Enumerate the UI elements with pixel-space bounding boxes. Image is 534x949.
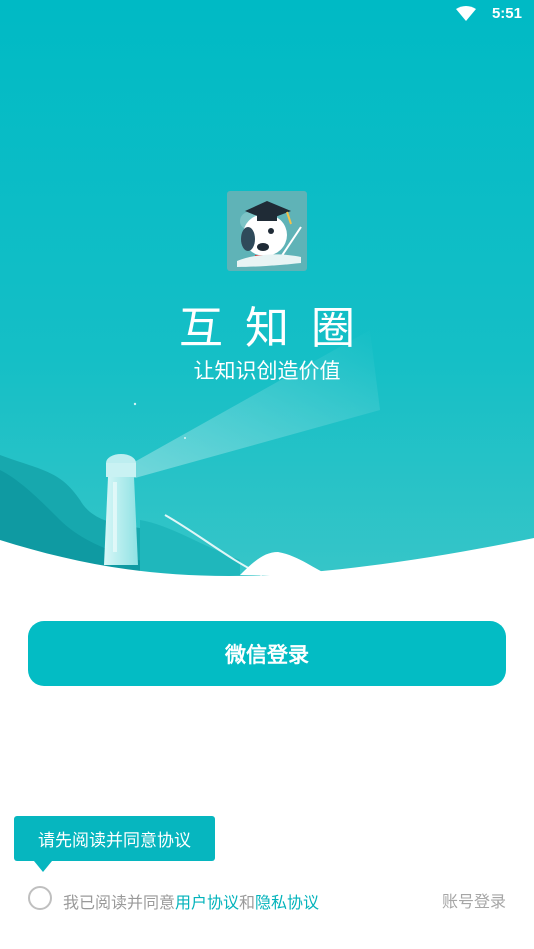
agreement-prefix: 我已阅读并同意 — [63, 893, 176, 912]
status-bar: 5:51 — [0, 0, 534, 30]
app-slogan: 让知识创造价值 — [193, 359, 341, 383]
status-time: 5:51 — [491, 5, 522, 22]
account-login-link[interactable]: 账号登录 — [442, 888, 506, 912]
login-screen: 5:51 互知圈 让知识创造价值 微信登录 请先阅读并同意协议 我已阅读并同意用… — [0, 0, 534, 949]
agreement-tooltip-text: 请先阅读并同意协议 — [38, 831, 191, 851]
lighthouse — [104, 454, 138, 565]
wifi-icon — [456, 6, 476, 21]
wechat-login-button[interactable]: 微信登录 — [28, 621, 506, 686]
wechat-login-label: 微信登录 — [225, 642, 309, 667]
app-name: 互知圈 — [179, 303, 377, 354]
agreement-text: 我已阅读并同意用户协议和隐私协议 — [63, 889, 319, 913]
user-agreement-link[interactable]: 用户协议 — [175, 893, 239, 912]
dog-graduate-logo-icon — [227, 191, 307, 271]
app-logo — [227, 191, 307, 271]
agreement-tooltip: 请先阅读并同意协议 — [14, 816, 215, 861]
agreement-checkbox[interactable] — [28, 886, 52, 910]
privacy-agreement-link[interactable]: 隐私协议 — [255, 893, 319, 912]
tooltip-arrow — [34, 861, 52, 872]
agreement-and: 和 — [239, 893, 256, 912]
